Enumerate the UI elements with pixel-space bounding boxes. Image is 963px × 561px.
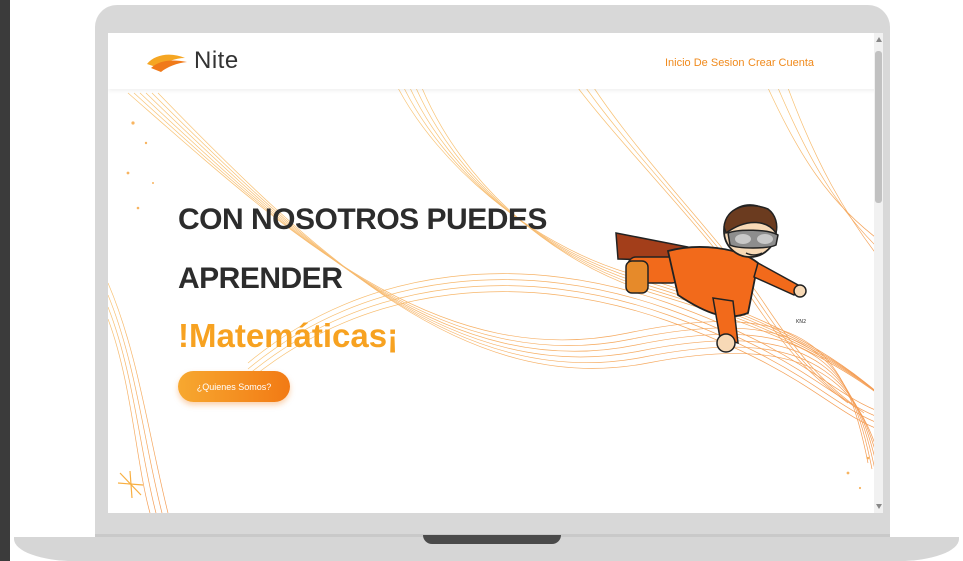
scrollbar-thumb[interactable] — [875, 51, 882, 203]
laptop-screen: Nite Inicio De Sesion Crear Cuenta CON N… — [108, 33, 883, 513]
left-edge-bar — [0, 0, 10, 561]
nav-login-link[interactable]: Inicio De Sesion — [665, 57, 745, 69]
hero-title-line-1: CON NOSOTROS PUEDES — [178, 203, 547, 236]
nite-logo-icon[interactable] — [145, 50, 189, 74]
navbar: Nite Inicio De Sesion Crear Cuenta — [108, 33, 883, 89]
flying-kid-illustration: KN2 — [615, 204, 807, 353]
brand-name[interactable]: Nite — [194, 47, 239, 75]
hero-title-line-2: APRENDER — [178, 262, 343, 295]
vertical-scrollbar[interactable] — [874, 33, 883, 513]
scroll-up-icon[interactable] — [876, 37, 882, 42]
laptop-notch — [423, 535, 561, 544]
nav-signup-link[interactable]: Crear Cuenta — [748, 57, 814, 69]
scroll-down-icon[interactable] — [876, 504, 882, 509]
hero-accent-text: !Matemáticas¡ — [178, 317, 399, 354]
about-us-button[interactable]: ¿Quienes Somos? — [178, 371, 290, 402]
figure-caption: KN2 — [796, 319, 806, 325]
